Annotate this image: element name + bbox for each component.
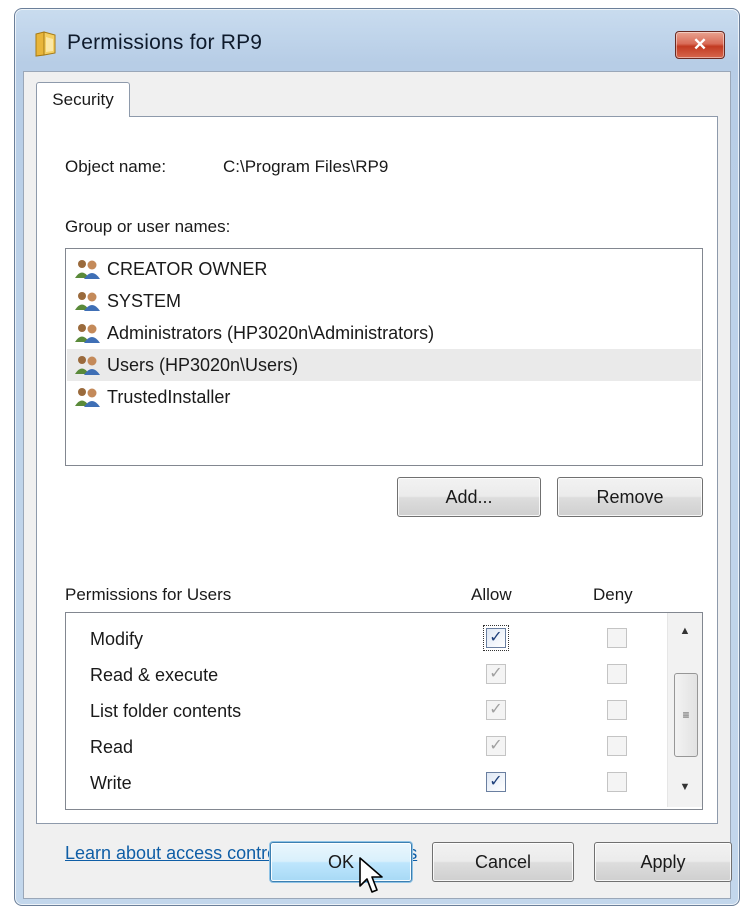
ok-button[interactable]: OK xyxy=(270,842,412,882)
add-button[interactable]: Add... xyxy=(397,477,541,517)
user-name: Users (HP3020n\Users) xyxy=(107,354,299,375)
cancel-button-label: Cancel xyxy=(474,851,532,872)
allow-read-execute-checkbox[interactable]: ✓ xyxy=(486,664,506,684)
cancel-button[interactable]: Cancel xyxy=(432,842,574,882)
allow-modify-checkbox[interactable]: ✓ xyxy=(483,625,509,651)
list-item-selected[interactable]: Users (HP3020n\Users) xyxy=(67,349,701,381)
deny-write-checkbox[interactable] xyxy=(607,772,627,792)
title-bar[interactable]: Permissions for RP9 ✕ xyxy=(15,9,739,69)
check-icon: ✓ xyxy=(489,629,503,646)
permission-row: Modify ✓ xyxy=(66,621,666,657)
tab-security[interactable]: Security xyxy=(36,82,130,117)
tab-label: Security xyxy=(52,90,114,109)
check-icon: ✓ xyxy=(489,665,503,682)
permission-name: Read & execute xyxy=(90,665,219,685)
users-group-icon xyxy=(75,260,100,279)
users-group-icon xyxy=(75,292,100,311)
permission-row: Read ✓ xyxy=(66,729,666,765)
list-item[interactable]: Administrators (HP3020n\Administrators) xyxy=(67,317,701,349)
deny-modify-checkbox[interactable] xyxy=(607,628,627,648)
users-group-icon xyxy=(75,388,100,407)
window-title: Permissions for RP9 xyxy=(67,31,263,54)
permission-name: Read xyxy=(90,737,134,757)
users-group-icon xyxy=(75,324,100,343)
permission-name: Modify xyxy=(90,629,144,649)
dialog-body: Security Object name: C:\Program Files\R… xyxy=(23,71,732,899)
allow-list-folder-checkbox[interactable]: ✓ xyxy=(486,700,506,720)
mouse-pointer-icon xyxy=(359,857,383,893)
check-icon: ✓ xyxy=(489,737,503,754)
deny-list-folder-checkbox[interactable] xyxy=(607,700,627,720)
scroll-thumb[interactable]: ≡ xyxy=(674,673,698,757)
allow-write-checkbox[interactable]: ✓ xyxy=(486,772,506,792)
object-name-label: Object name: xyxy=(65,157,167,176)
object-name-value: C:\Program Files\RP9 xyxy=(223,157,389,176)
deny-read-checkbox[interactable] xyxy=(607,736,627,756)
scroll-up-icon[interactable]: ▲ xyxy=(668,617,702,645)
remove-button-label: Remove xyxy=(596,486,664,507)
permissions-header: Permissions for Users xyxy=(65,585,232,604)
list-item[interactable]: CREATOR OWNER xyxy=(67,253,701,285)
group-user-list[interactable]: CREATOR OWNER SYSTEM Administrators (HP3… xyxy=(65,248,703,466)
user-name: CREATOR OWNER xyxy=(107,258,268,279)
ok-button-label: OK xyxy=(327,851,354,872)
deny-read-execute-checkbox[interactable] xyxy=(607,664,627,684)
permission-name: Write xyxy=(90,773,132,793)
allow-read-checkbox[interactable]: ✓ xyxy=(486,736,506,756)
security-panel: Object name: C:\Program Files\RP9 Group … xyxy=(36,116,718,863)
dialog-window: Permissions for RP9 ✕ Security Object na… xyxy=(14,8,740,906)
users-group-icon xyxy=(75,356,100,375)
folder-icon xyxy=(35,31,56,57)
scroll-down-icon[interactable]: ▼ xyxy=(668,773,702,801)
user-name: SYSTEM xyxy=(107,290,182,311)
permission-row: Read & execute ✓ xyxy=(66,657,666,693)
permission-row: Write ✓ xyxy=(66,765,666,801)
user-name: TrustedInstaller xyxy=(107,386,231,407)
check-icon: ✓ xyxy=(489,701,503,718)
permission-name: List folder contents xyxy=(90,701,242,721)
vertical-scrollbar[interactable]: ▲ ≡ ▼ xyxy=(667,613,702,807)
permission-row: List folder contents ✓ xyxy=(66,693,666,729)
user-name: Administrators (HP3020n\Administrators) xyxy=(107,322,435,343)
list-item[interactable]: SYSTEM xyxy=(67,285,701,317)
check-icon: ✓ xyxy=(489,773,503,790)
allow-header: Allow xyxy=(471,585,512,604)
close-icon: ✕ xyxy=(692,35,708,54)
apply-button[interactable]: Apply xyxy=(594,842,732,882)
deny-header: Deny xyxy=(593,585,633,604)
permissions-list[interactable]: Modify ✓ Read & execute ✓ List folder co… xyxy=(65,612,703,810)
add-button-label: Add... xyxy=(445,486,493,507)
list-item[interactable]: TrustedInstaller xyxy=(67,381,701,413)
apply-button-label: Apply xyxy=(640,851,686,872)
close-button[interactable]: ✕ xyxy=(675,31,725,59)
group-names-label: Group or user names: xyxy=(65,217,231,236)
remove-button[interactable]: Remove xyxy=(557,477,703,517)
